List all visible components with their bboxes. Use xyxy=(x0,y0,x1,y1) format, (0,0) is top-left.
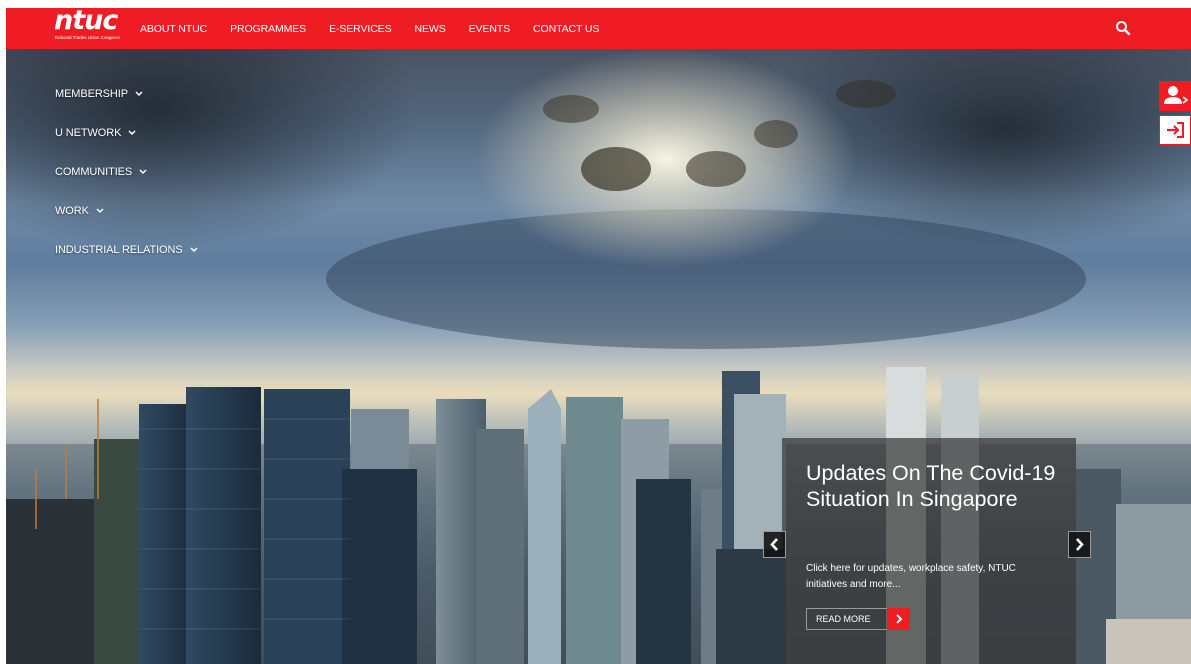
logo-subtitle: National Trades Union Congress xyxy=(55,35,121,40)
main-nav: ABOUT NTUC PROGRAMMES E-SERVICES NEWS EV… xyxy=(140,8,622,49)
page: ntuc National Trades Union Congress ABOU… xyxy=(6,8,1191,664)
chevron-down-icon xyxy=(135,90,143,96)
side-menu-item-membership[interactable]: MEMBERSHIP xyxy=(55,74,198,113)
chevron-left-icon xyxy=(770,538,778,551)
nav-item-e-services[interactable]: E-SERVICES xyxy=(329,23,392,35)
side-menu-label: WORK xyxy=(55,204,89,217)
slide-caption-box: Updates On The Covid-19 Situation In Sin… xyxy=(782,438,1076,664)
member-profile-button[interactable] xyxy=(1159,81,1191,111)
nav-item-about-ntuc[interactable]: ABOUT NTUC xyxy=(140,23,207,35)
user-icon xyxy=(1164,86,1189,104)
side-menu-label: INDUSTRIAL RELATIONS xyxy=(55,243,183,256)
chevron-down-icon xyxy=(139,168,147,174)
nav-item-contact-us[interactable]: CONTACT US xyxy=(533,23,599,35)
side-menu-label: MEMBERSHIP xyxy=(55,87,128,100)
chevron-right-icon xyxy=(1076,538,1084,551)
side-menu-item-work[interactable]: WORK xyxy=(55,191,198,230)
side-menu-label: COMMUNITIES xyxy=(55,165,133,178)
chevron-down-icon xyxy=(190,246,198,252)
read-more-button[interactable]: READ MORE xyxy=(806,608,910,630)
side-menu: MEMBERSHIP U NETWORK COMMUNITIES WORK IN… xyxy=(55,74,198,269)
slider-prev-button[interactable] xyxy=(763,531,786,558)
slide-title: Updates On The Covid-19 Situation In Sin… xyxy=(806,461,1056,511)
top-navigation-bar: ntuc National Trades Union Congress ABOU… xyxy=(6,8,1191,49)
chevron-right-icon xyxy=(887,608,910,630)
nav-item-events[interactable]: EVENTS xyxy=(469,23,511,35)
login-icon xyxy=(1167,122,1184,138)
ntuc-logo[interactable]: ntuc National Trades Union Congress xyxy=(54,8,134,45)
logo-wordmark: ntuc xyxy=(54,8,118,36)
chevron-down-icon xyxy=(96,207,104,213)
search-icon[interactable] xyxy=(1115,20,1131,36)
login-button[interactable] xyxy=(1159,115,1191,145)
nav-item-programmes[interactable]: PROGRAMMES xyxy=(230,23,306,35)
chevron-down-icon xyxy=(128,129,136,135)
slide-description: Click here for updates, workplace safety… xyxy=(806,563,1016,590)
nav-item-news[interactable]: NEWS xyxy=(415,23,446,35)
side-menu-item-communities[interactable]: COMMUNITIES xyxy=(55,152,198,191)
side-menu-label: U NETWORK xyxy=(55,126,122,139)
side-menu-item-industrial-relations[interactable]: INDUSTRIAL RELATIONS xyxy=(55,230,198,269)
side-menu-item-u-network[interactable]: U NETWORK xyxy=(55,113,198,152)
read-more-label: READ MORE xyxy=(816,614,871,624)
slider-next-button[interactable] xyxy=(1068,531,1091,558)
